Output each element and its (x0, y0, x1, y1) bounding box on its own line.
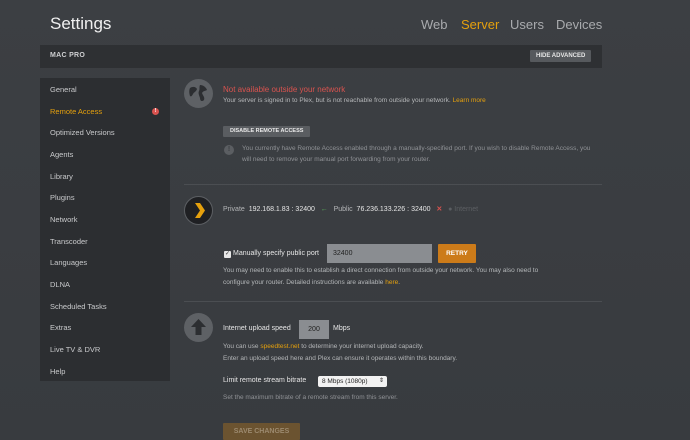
tab-users[interactable]: Users (510, 17, 544, 32)
warning-icon: ! (152, 108, 159, 115)
page-title: Settings (50, 14, 112, 33)
private-port: 32400 (295, 206, 315, 213)
private-ip: 192.168.1.83 (248, 206, 290, 213)
status-description: Your server is signed in to Plex, but is… (223, 97, 486, 104)
status-description-text: Your server is signed in to Plex, but is… (223, 97, 451, 104)
bitrate-limit-label: Limit remote stream bitrate (223, 377, 307, 384)
internet-globe-icon: ● (448, 206, 453, 213)
sidebar-item-plugins[interactable]: Plugins (50, 193, 75, 202)
sidebar-item-live-tv-dvr[interactable]: Live TV & DVR (50, 345, 100, 354)
sidebar-item-dlna[interactable]: DLNA (50, 280, 70, 289)
here-link[interactable]: here (385, 279, 398, 286)
arrow-left-icon: ← (320, 206, 328, 213)
sidebar-item-network[interactable]: Network (50, 215, 78, 224)
retry-button[interactable]: RETRY (438, 244, 476, 263)
port-help-2-period: . (398, 279, 401, 286)
tab-devices[interactable]: Devices (556, 17, 602, 32)
plex-logo-icon (184, 196, 213, 225)
bitrate-selected-value: 8 Mbps (1080p) (322, 378, 368, 385)
upload-help-2: Enter an upload speed here and Plex can … (223, 355, 458, 362)
chevron-updown-icon: ⇕ (378, 378, 384, 384)
port-help-2: configure your router. Detailed instruct… (223, 277, 593, 289)
speedtest-link[interactable]: speedtest.net (260, 343, 299, 350)
globe-icon (184, 79, 213, 108)
public-ip: 76.236.133.226 (356, 206, 406, 213)
port-help-2-text: configure your router. Detailed instruct… (223, 279, 384, 286)
disable-remote-access-button[interactable]: DISABLE REMOTE ACCESS (223, 126, 311, 137)
public-label: Public (333, 206, 353, 213)
manual-port-label: Manually specify public port (233, 250, 319, 257)
error-x-icon: ✕ (436, 206, 443, 213)
save-changes-button[interactable]: SAVE CHANGES (223, 423, 300, 440)
ip-port-separator: : (291, 206, 294, 213)
hide-advanced-button[interactable]: HIDE ADVANCED (530, 50, 592, 62)
sidebar-item-agents[interactable]: Agents (50, 150, 73, 159)
ip-port-separator: : (407, 206, 410, 213)
sidebar-item-help[interactable]: Help (50, 367, 65, 376)
upload-help-1-post: to determine your internet upload capaci… (301, 343, 424, 350)
sidebar-item-transcoder[interactable]: Transcoder (50, 237, 88, 246)
learn-more-link[interactable]: Learn more (453, 97, 486, 104)
settings-sidebar: General Remote Access ! Optimized Versio… (40, 78, 170, 381)
sidebar-item-general[interactable]: General (50, 85, 77, 94)
bitrate-select[interactable]: 8 Mbps (1080p) ⇕ (318, 376, 387, 387)
server-bar: MAC PRO HIDE ADVANCED (40, 45, 602, 68)
private-label: Private (223, 206, 245, 213)
info-icon: ! (224, 145, 234, 155)
network-path: Private 192.168.1.83 : 32400 ← Public 76… (223, 205, 478, 213)
upload-help-1-pre: You can use (223, 343, 259, 350)
upload-speed-input[interactable] (299, 320, 329, 339)
sidebar-item-library[interactable]: Library (50, 172, 73, 181)
manual-port-checkbox[interactable]: ✓ (224, 251, 231, 258)
upload-arrow-icon (184, 313, 213, 342)
tab-web[interactable]: Web (421, 17, 448, 32)
upload-speed-unit: Mbps (333, 325, 351, 332)
internet-label: Internet (454, 206, 479, 213)
sidebar-item-optimized-versions[interactable]: Optimized Versions (50, 128, 115, 137)
upload-speed-label: Internet upload speed (223, 325, 291, 332)
sidebar-item-scheduled-tasks[interactable]: Scheduled Tasks (50, 302, 107, 311)
divider (184, 184, 602, 185)
upload-help-1: You can use speedtest.net to determine y… (223, 341, 593, 353)
port-help-1: You may need to enable this to establish… (223, 267, 539, 274)
settings-page: Settings Web Server Users Devices MAC PR… (0, 0, 690, 440)
public-port: 32400 (411, 206, 431, 213)
server-name: MAC PRO (50, 52, 86, 59)
status-info: You currently have Remote Access enabled… (242, 145, 591, 163)
sidebar-item-languages[interactable]: Languages (50, 258, 87, 267)
sidebar-item-remote-access[interactable]: Remote Access (50, 107, 102, 116)
tab-server[interactable]: Server (461, 17, 499, 32)
bitrate-description: Set the maximum bitrate of a remote stre… (223, 394, 398, 401)
status-title: Not available outside your network (223, 85, 346, 94)
public-port-input[interactable] (327, 244, 432, 263)
sidebar-item-extras[interactable]: Extras (50, 323, 71, 332)
divider (184, 301, 602, 302)
